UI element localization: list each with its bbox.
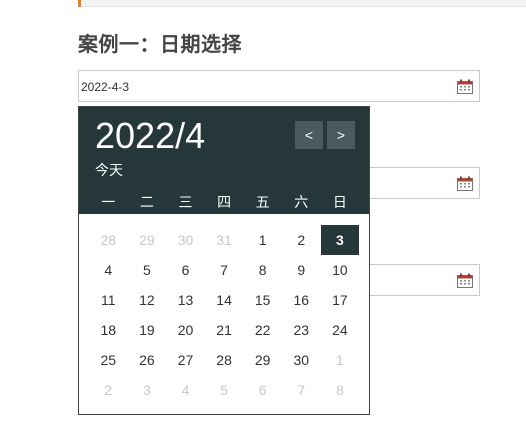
- day-cell[interactable]: 2: [89, 375, 128, 405]
- day-cell[interactable]: 7: [205, 255, 244, 285]
- day-cell[interactable]: 13: [166, 285, 205, 315]
- date-picker-popup: 2022/4 今天 < > 一 二 三 四 五 六 日 28 29 30 31 1 2 3 4…: [78, 106, 370, 415]
- day-cell[interactable]: 25: [89, 345, 128, 375]
- top-bar: [78, 0, 526, 7]
- weekday-label: 五: [255, 194, 270, 210]
- weekday-label: 日: [332, 194, 347, 210]
- weekday-label: 一: [101, 194, 116, 210]
- day-cell[interactable]: 1: [321, 345, 360, 375]
- day-cell[interactable]: 26: [128, 345, 167, 375]
- day-cell[interactable]: 10: [321, 255, 360, 285]
- day-cell[interactable]: 29: [243, 345, 282, 375]
- day-cell[interactable]: 30: [166, 225, 205, 255]
- day-cell[interactable]: 1: [243, 225, 282, 255]
- date-input-1[interactable]: 2022-4-3: [78, 70, 480, 102]
- day-cell[interactable]: 23: [282, 315, 321, 345]
- day-cell[interactable]: 21: [205, 315, 244, 345]
- day-cell[interactable]: 8: [321, 375, 360, 405]
- day-cell[interactable]: 28: [89, 225, 128, 255]
- day-cell[interactable]: 18: [89, 315, 128, 345]
- day-cell[interactable]: 19: [128, 315, 167, 345]
- day-cell[interactable]: 12: [128, 285, 167, 315]
- calendar-icon[interactable]: [457, 273, 473, 288]
- day-cell[interactable]: 2: [282, 225, 321, 255]
- calendar-icon[interactable]: [457, 79, 473, 94]
- day-cell[interactable]: 7: [282, 375, 321, 405]
- day-cell[interactable]: 15: [243, 285, 282, 315]
- day-cell[interactable]: 28: [205, 345, 244, 375]
- day-cell[interactable]: 5: [205, 375, 244, 405]
- day-cell[interactable]: 22: [243, 315, 282, 345]
- day-cell[interactable]: 9: [282, 255, 321, 285]
- day-cell[interactable]: 4: [89, 255, 128, 285]
- day-cell[interactable]: 8: [243, 255, 282, 285]
- day-cell[interactable]: 27: [166, 345, 205, 375]
- page-title: 案例一：日期选择: [78, 34, 242, 56]
- prev-month-button[interactable]: <: [295, 121, 323, 149]
- day-cell[interactable]: 31: [205, 225, 244, 255]
- day-cell[interactable]: 16: [282, 285, 321, 315]
- day-cell[interactable]: 3: [128, 375, 167, 405]
- day-cell[interactable]: 29: [128, 225, 167, 255]
- day-cell[interactable]: 6: [243, 375, 282, 405]
- weekday-label: 六: [294, 194, 309, 210]
- day-cell[interactable]: 24: [321, 315, 360, 345]
- day-cell[interactable]: 6: [166, 255, 205, 285]
- day-cell[interactable]: 30: [282, 345, 321, 375]
- weekday-label: 二: [139, 194, 154, 210]
- year-month-label: 2022/4: [95, 115, 206, 156]
- day-cell[interactable]: 5: [128, 255, 167, 285]
- day-cell[interactable]: 14: [205, 285, 244, 315]
- calendar-icon[interactable]: [457, 176, 473, 191]
- picker-header: 2022/4 今天 < > 一 二 三 四 五 六 日: [79, 107, 369, 214]
- weekday-row: 一 二 三 四 五 六 日: [79, 191, 379, 213]
- day-cell-selected[interactable]: 3: [320, 225, 360, 255]
- day-grid: 28 29 30 31 1 2 3 4 5 6 7 8 9 10 11 12 13 14 15 16 17 18 19 20 2…: [89, 225, 360, 405]
- weekday-label: 四: [217, 194, 232, 210]
- day-cell[interactable]: 17: [321, 285, 360, 315]
- accent-strip: [78, 0, 81, 7]
- day-cell[interactable]: 20: [166, 315, 205, 345]
- weekday-label: 三: [178, 194, 193, 210]
- day-cell[interactable]: 11: [89, 285, 128, 315]
- date-input-value: 2022-4-3: [81, 80, 130, 94]
- next-month-button[interactable]: >: [327, 121, 355, 149]
- today-button[interactable]: 今天: [95, 160, 123, 180]
- day-cell[interactable]: 4: [166, 375, 205, 405]
